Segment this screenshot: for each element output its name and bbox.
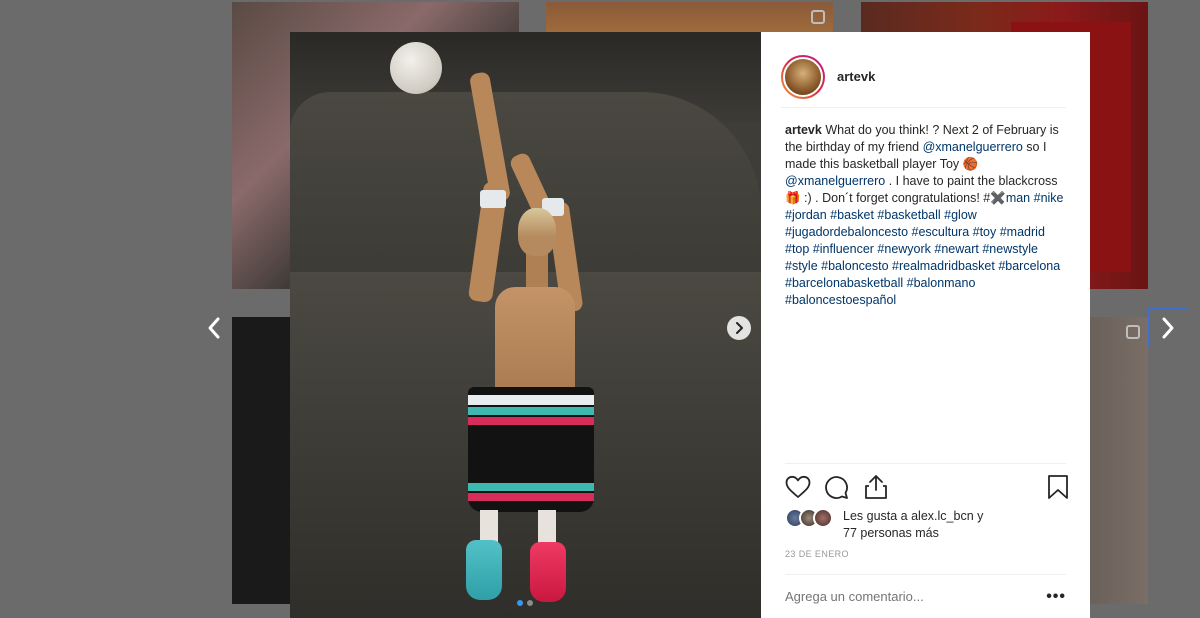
likes-summary: Les gusta a alex.lc_bcn y 77 personas má… xyxy=(785,508,1070,542)
comment-button[interactable] xyxy=(823,474,849,500)
heart-icon xyxy=(785,475,811,498)
avatar[interactable] xyxy=(781,54,825,99)
like-button[interactable] xyxy=(785,474,811,500)
post-details-panel: artevk artevk What do you think! ? Next … xyxy=(761,32,1090,618)
mention-link[interactable]: @xmanelguerrero xyxy=(785,174,885,188)
hashtag-links[interactable]: #nike #jordan #basket #basketball #glow … xyxy=(785,191,1064,307)
post-header: artevk xyxy=(781,46,1066,108)
carousel-next-button[interactable] xyxy=(727,316,751,340)
figure-neck xyxy=(526,252,548,292)
carousel-dot xyxy=(527,600,533,606)
figure-torso xyxy=(495,287,575,397)
post-date[interactable]: 23 DE ENERO xyxy=(785,549,849,559)
hashtag-link[interactable]: ✖️man xyxy=(990,191,1030,205)
figure-shorts xyxy=(468,387,594,512)
carousel-indicator xyxy=(517,600,533,606)
save-button[interactable] xyxy=(1045,474,1071,500)
figure-shoe xyxy=(530,542,566,602)
mention-link[interactable]: @xmanelguerrero xyxy=(923,140,1023,154)
liker-avatars[interactable] xyxy=(785,508,837,528)
post-lightbox: artevk artevk What do you think! ? Next … xyxy=(0,0,1200,618)
post-caption: artevk What do you think! ? Next 2 of Fe… xyxy=(785,122,1070,309)
figure-shoe xyxy=(466,540,502,600)
multi-photo-icon xyxy=(1126,325,1140,339)
share-button[interactable] xyxy=(863,474,889,500)
post-photo[interactable] xyxy=(290,32,761,618)
more-options-button[interactable]: ••• xyxy=(1046,588,1066,606)
chevron-left-icon xyxy=(208,317,220,339)
comment-input[interactable] xyxy=(785,589,1015,604)
post-actions xyxy=(785,474,1070,500)
bookmark-icon xyxy=(1048,475,1068,499)
photo-basketball xyxy=(390,42,442,94)
divider xyxy=(785,463,1066,464)
chevron-right-icon xyxy=(1162,317,1174,339)
avatar xyxy=(813,508,833,528)
previous-post-button[interactable] xyxy=(194,308,234,348)
caption-username[interactable]: artevk xyxy=(785,123,822,137)
share-icon xyxy=(865,475,887,499)
likes-line: 77 personas más xyxy=(843,526,939,540)
likes-text[interactable]: Les gusta a alex.lc_bcn y 77 personas má… xyxy=(843,508,983,542)
carousel-dot xyxy=(517,600,523,606)
figure-head xyxy=(518,208,556,256)
avatar-image xyxy=(783,56,823,97)
figure-wristband xyxy=(480,190,506,208)
likes-line: Les gusta a alex.lc_bcn y xyxy=(843,509,984,523)
next-post-button[interactable] xyxy=(1148,308,1188,348)
username-link[interactable]: artevk xyxy=(837,69,875,84)
comment-box: ••• xyxy=(785,574,1066,618)
comment-icon xyxy=(825,476,848,499)
multi-photo-icon xyxy=(811,10,825,24)
chevron-right-icon xyxy=(736,322,743,334)
post-modal: artevk artevk What do you think! ? Next … xyxy=(290,32,1090,618)
